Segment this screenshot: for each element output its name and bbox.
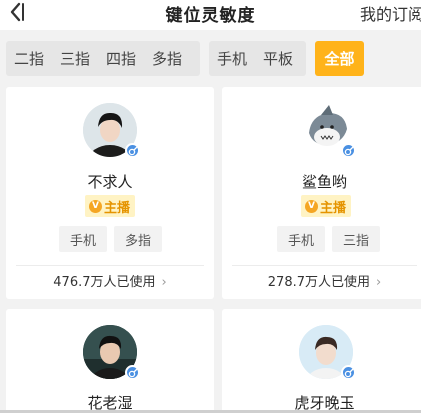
filter-all-button[interactable]: 全部 — [315, 41, 364, 76]
config-card[interactable]: 不求人 V 主播 手机 多指 476.7万人已使用 › — [6, 87, 214, 299]
usage-text: 476.7万人已使用 — [53, 275, 156, 290]
male-icon — [125, 365, 140, 380]
usage-text: 278.7万人已使用 — [267, 275, 370, 290]
tag-device: 手机 — [59, 226, 107, 252]
filter-phone[interactable]: 手机 — [209, 48, 255, 69]
male-icon — [125, 143, 140, 158]
streamer-badge: V 主播 — [85, 195, 136, 217]
tag-fingers: 多指 — [114, 226, 162, 252]
chevron-right-icon: › — [161, 275, 167, 290]
filter-bar: 二指 三指 四指 多指 手机 平板 全部 — [0, 30, 421, 86]
config-card[interactable]: 鲨鱼哟 V 主播 手机 三指 278.7万人已使用 › — [222, 87, 421, 299]
filter-tablet[interactable]: 平板 — [255, 48, 301, 69]
device-filter-group: 手机 平板 — [209, 41, 306, 76]
config-card[interactable]: 花老湿 — [6, 309, 214, 413]
tag-fingers: 三指 — [332, 226, 380, 252]
finger-filter-group: 二指 三指 四指 多指 — [6, 41, 200, 76]
verified-icon: V — [305, 199, 318, 213]
tag-device: 手机 — [277, 226, 325, 252]
tab-my-subscriptions[interactable]: 我的订阅 — [360, 1, 421, 25]
author-name: 鲨鱼哟 — [301, 173, 347, 191]
divider — [232, 265, 417, 266]
male-icon — [341, 143, 356, 158]
config-card[interactable]: 虎牙晚玉 — [222, 309, 421, 413]
streamer-badge: V 主播 — [301, 195, 352, 217]
top-bar: 键位灵敏度 我的订阅 — [0, 0, 421, 30]
filter-four-finger[interactable]: 四指 — [98, 48, 144, 69]
chevron-right-icon: › — [376, 275, 382, 290]
filter-multi-finger[interactable]: 多指 — [144, 48, 190, 69]
author-name: 不求人 — [87, 173, 133, 191]
badge-label: 主播 — [320, 200, 347, 216]
page-title: 键位灵敏度 — [165, 6, 256, 26]
badge-label: 主播 — [104, 200, 131, 216]
filter-three-finger[interactable]: 三指 — [52, 48, 98, 69]
male-icon — [341, 365, 356, 380]
usage-count[interactable]: 476.7万人已使用 › — [6, 271, 214, 290]
usage-count[interactable]: 278.7万人已使用 › — [222, 271, 421, 290]
divider — [16, 265, 204, 266]
filter-two-finger[interactable]: 二指 — [6, 48, 52, 69]
verified-icon: V — [89, 199, 102, 213]
